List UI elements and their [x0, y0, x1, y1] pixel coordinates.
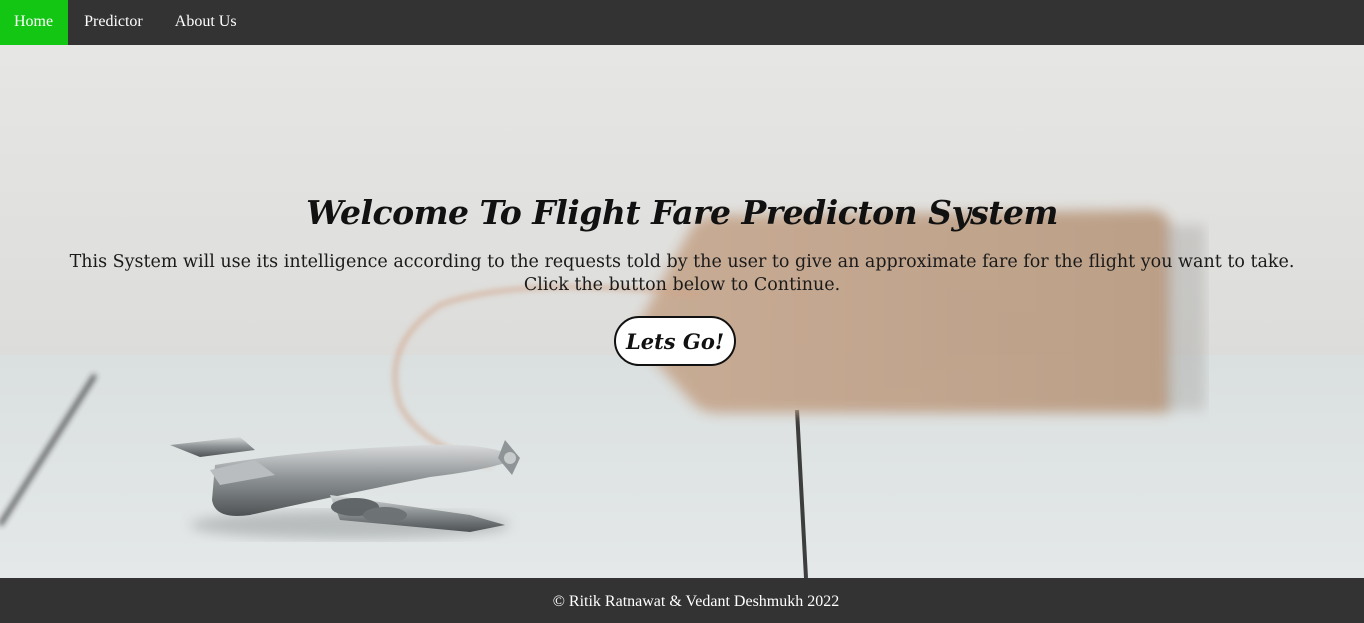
footer-copyright: © Ritik Ratnawat & Vedant Deshmukh 2022	[552, 592, 840, 610]
page: Home Predictor About Us Welcome To Fligh…	[0, 0, 1364, 623]
nav-link-about-us[interactable]: About Us	[159, 0, 253, 45]
hero-description-line-2: Click the button below to Continue.	[523, 275, 841, 295]
lets-go-button[interactable]: Lets Go!	[614, 316, 736, 366]
footer: © Ritik Ratnawat & Vedant Deshmukh 2022	[0, 578, 1364, 623]
page-title: Welcome To Flight Fare Predicton System	[306, 193, 1058, 232]
hero-description: This System will use its intelligence ac…	[60, 251, 1304, 297]
nav-link-home[interactable]: Home	[0, 0, 69, 45]
hero-content: Welcome To Flight Fare Predicton System …	[0, 45, 1364, 578]
hero-description-line-1: This System will use its intelligence ac…	[69, 252, 1295, 272]
nav-link-predictor[interactable]: Predictor	[68, 0, 159, 45]
hero-section: Welcome To Flight Fare Predicton System …	[0, 45, 1364, 578]
top-navigation-bar: Home Predictor About Us	[0, 0, 1364, 45]
